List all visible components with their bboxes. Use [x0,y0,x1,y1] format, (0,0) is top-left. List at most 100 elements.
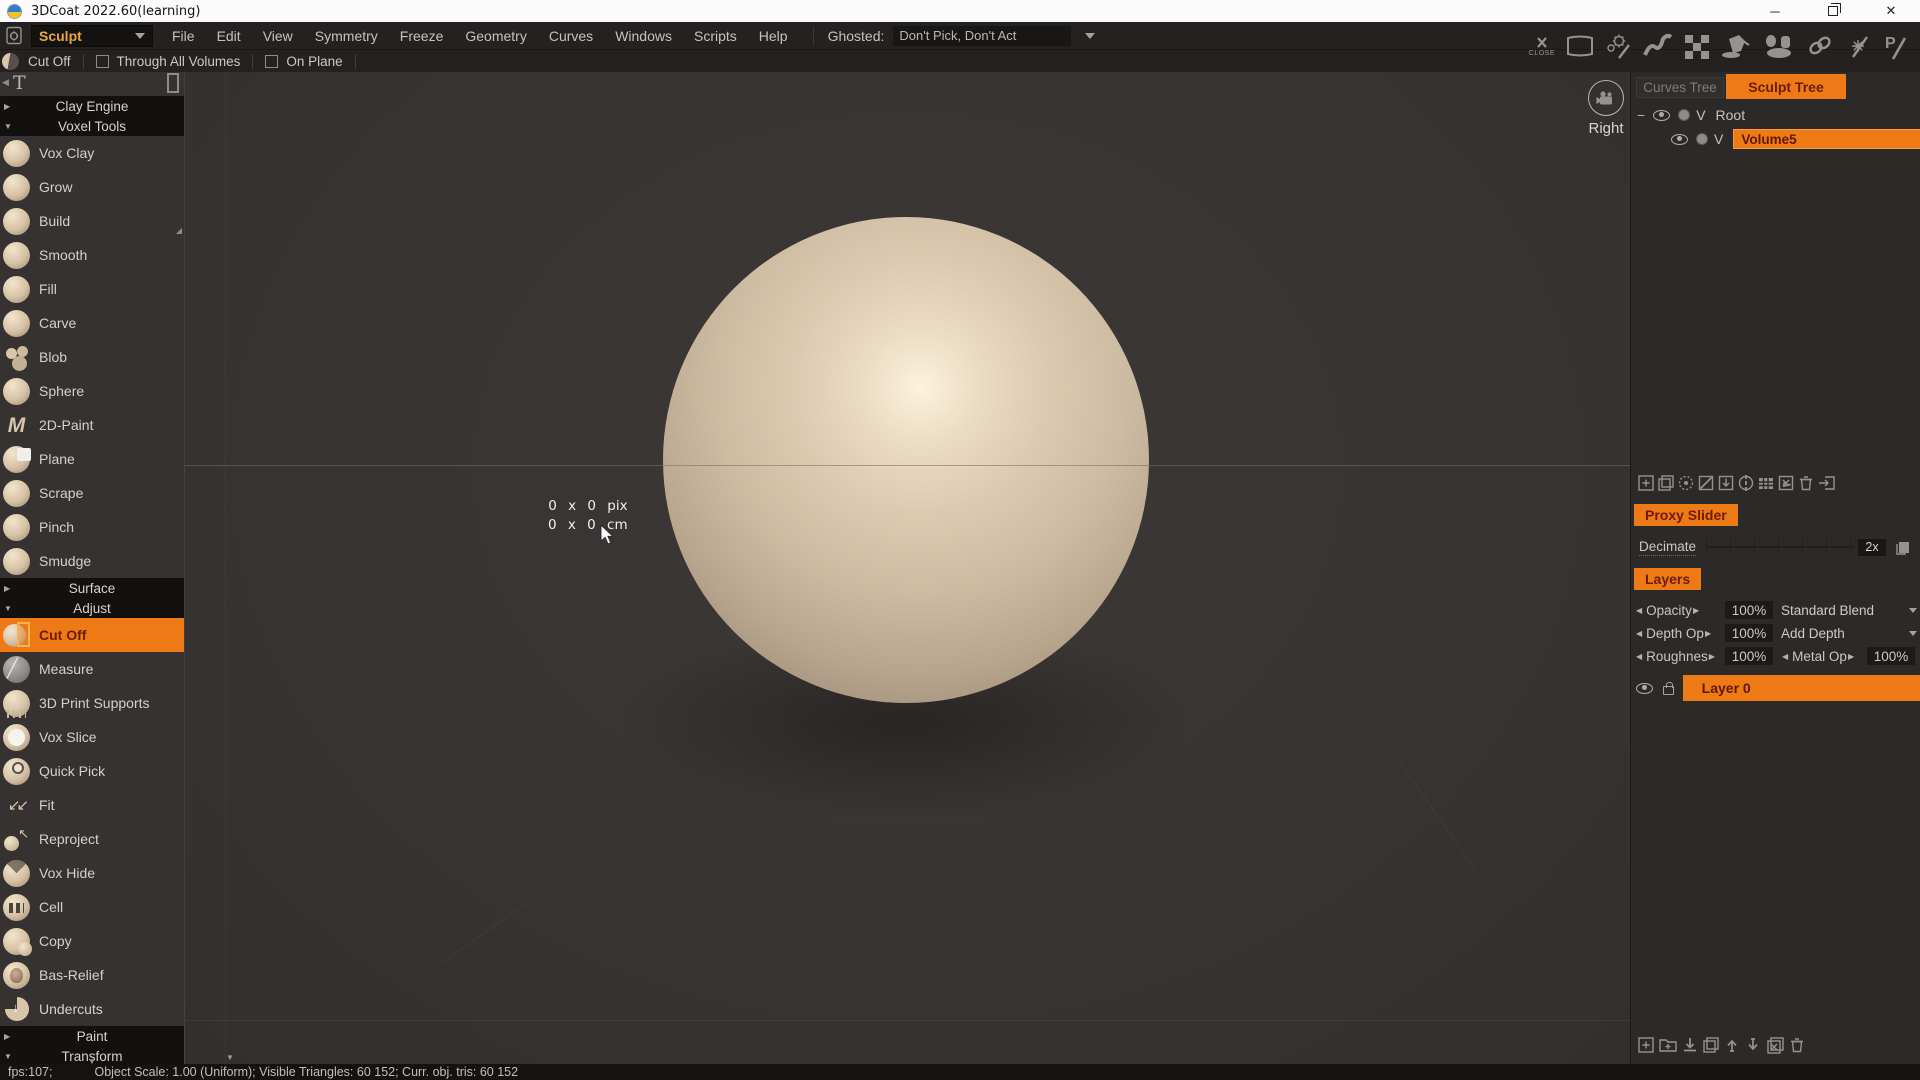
merge-delete-icon[interactable] [1765,1036,1785,1054]
tool-build[interactable]: Build ◢ [0,204,184,238]
tree-row-volume5[interactable]: V Volume5 [1667,128,1920,150]
export-exit-icon[interactable] [1817,474,1837,492]
materials-checker-icon[interactable] [1680,33,1714,59]
camera-view-button[interactable] [1588,80,1624,116]
layer0-bar[interactable]: Layer 0 [1682,675,1920,701]
tab-curves-tree[interactable]: Curves Tree [1636,77,1724,98]
import-icon[interactable] [1681,1036,1699,1054]
roughness-value[interactable]: 100% [1725,647,1773,665]
tool-copy[interactable]: Copy [0,924,184,958]
tool-3d-print-supports[interactable]: 3D Print Supports [0,686,184,720]
tool-measure[interactable]: ╱ Measure [0,652,184,686]
proxy-pages-icon[interactable] [1894,540,1911,555]
close-panel-button[interactable]: CLOSE [1526,36,1558,57]
ghost-toggle-icon[interactable] [1678,109,1691,121]
depth-value[interactable]: 100% [1725,624,1773,642]
add-volume-icon[interactable] [1637,474,1655,492]
tool-reproject[interactable]: ↖ Reproject [0,822,184,856]
ghost-toggle-icon[interactable] [1696,133,1708,145]
paint-p-brush-icon[interactable]: P [1878,32,1912,60]
tree-row-root[interactable]: − V Root [1637,104,1745,126]
panel-scroll-down-icon[interactable]: ▼ [226,1053,234,1062]
paint-pour-icon[interactable] [1718,33,1756,59]
dotted-circle-icon[interactable] [1677,474,1695,492]
collapse-icon[interactable]: − [1637,107,1645,123]
section-adjust[interactable]: ▼ Adjust [0,598,184,618]
blend-mode-dropdown[interactable]: Standard Blend [1781,603,1917,618]
metal-spinner[interactable]: ◀ Metal Op ▶ [1781,649,1855,664]
room-selector[interactable]: Sculpt [31,24,153,47]
tool-undercuts[interactable]: ↓ Undercuts [0,992,184,1026]
menu-geometry[interactable]: Geometry [454,28,537,44]
target-icon[interactable] [1737,474,1755,492]
restore-button[interactable] [1804,0,1862,22]
duplicate-icon[interactable] [1657,474,1675,492]
stroke-mode-icon[interactable] [1640,33,1676,59]
tool-sphere[interactable]: Sphere [0,374,184,408]
light-brush-icon[interactable] [1840,33,1874,59]
roughness-spinner[interactable]: ◀ Roughnes ▶ [1635,649,1716,664]
tool-smooth[interactable]: Smooth [0,238,184,272]
visibility-eye-icon[interactable] [1671,133,1688,145]
section-paint[interactable]: ▶ Paint [0,1026,184,1046]
link-icon[interactable] [1804,34,1836,58]
menu-scripts[interactable]: Scripts [683,28,748,44]
menu-edit[interactable]: Edit [206,28,252,44]
lock-icon[interactable] [1663,681,1674,695]
duplicate-layer-icon[interactable] [1702,1036,1720,1054]
spin-right-icon[interactable]: ▶ [1692,606,1700,615]
tool-fit[interactable]: ↙↙ Fit [0,788,184,822]
menu-symmetry[interactable]: Symmetry [304,28,389,44]
decimate-slider[interactable] [1706,539,1855,555]
root-node-label[interactable]: Root [1716,107,1746,123]
spin-left-icon[interactable]: ◀ [1635,606,1643,615]
menu-view[interactable]: View [252,28,304,44]
render-frame-icon[interactable] [1562,34,1598,58]
depth-spinner[interactable]: ◀ Depth Op ▶ [1635,626,1712,641]
voxel-mode-label[interactable]: V [1714,131,1723,147]
spin-right-icon[interactable]: ▶ [1704,629,1712,638]
tool-smudge[interactable]: Smudge [0,544,184,578]
tool-grow[interactable]: Grow [0,170,184,204]
voxel-sphere-model[interactable] [663,217,1149,703]
tool-fill[interactable]: Fill [0,272,184,306]
layer0-row[interactable]: Layer 0 [1631,674,1920,702]
decimate-label[interactable]: Decimate [1639,539,1697,556]
text-tool-icon[interactable]: T [13,72,26,94]
tool-vox-clay[interactable]: Vox Clay [0,136,184,170]
no-pick-icon[interactable] [1697,474,1715,492]
delete-layer-icon[interactable] [1788,1036,1806,1054]
spin-left-icon[interactable]: ◀ [1635,629,1643,638]
tool-cut-off[interactable]: Cut Off [0,618,184,652]
opacity-value[interactable]: 100% [1725,601,1773,619]
menu-windows[interactable]: Windows [604,28,683,44]
rect-tool-icon[interactable] [167,73,179,93]
decimate-value[interactable]: 2x [1858,538,1887,556]
spin-right-icon[interactable]: ▶ [1847,652,1855,661]
section-voxel-tools[interactable]: ▼ Voxel Tools [0,116,184,136]
depth-blend-dropdown[interactable]: Add Depth [1781,626,1917,641]
tool-plane[interactable]: Plane [0,442,184,476]
tool-carve[interactable]: Carve [0,306,184,340]
menu-file[interactable]: File [161,28,206,44]
metal-value[interactable]: 100% [1867,647,1915,665]
collapse-left-icon[interactable]: ◀ [2,77,9,88]
menu-curves[interactable]: Curves [538,28,604,44]
tool-2d-paint[interactable]: M 2D-Paint [0,408,184,442]
through-all-volumes-checkbox[interactable] [95,55,109,68]
add-layer-icon[interactable] [1637,1036,1655,1054]
section-clay-engine[interactable]: ▶ Clay Engine [0,96,184,116]
layer-visibility-eye-icon[interactable] [1636,682,1653,694]
spin-left-icon[interactable]: ◀ [1635,652,1643,661]
tool-vox-hide[interactable]: Vox Hide [0,856,184,890]
viewport-3d[interactable]: 0 x 0 pix 0 x 0 cm Right [185,72,1630,1064]
clear-layer-icon[interactable] [1777,474,1795,492]
move-up-icon[interactable] [1723,1036,1741,1054]
section-surface[interactable]: ▶ Surface [0,578,184,598]
grid-table-icon[interactable] [1757,474,1775,492]
tool-quick-pick[interactable]: Quick Pick [0,754,184,788]
primitives-icon[interactable] [1760,33,1800,59]
add-folder-icon[interactable] [1658,1036,1678,1054]
visibility-eye-icon[interactable] [1653,109,1671,121]
volume5-selected-field[interactable]: Volume5 [1733,129,1920,149]
